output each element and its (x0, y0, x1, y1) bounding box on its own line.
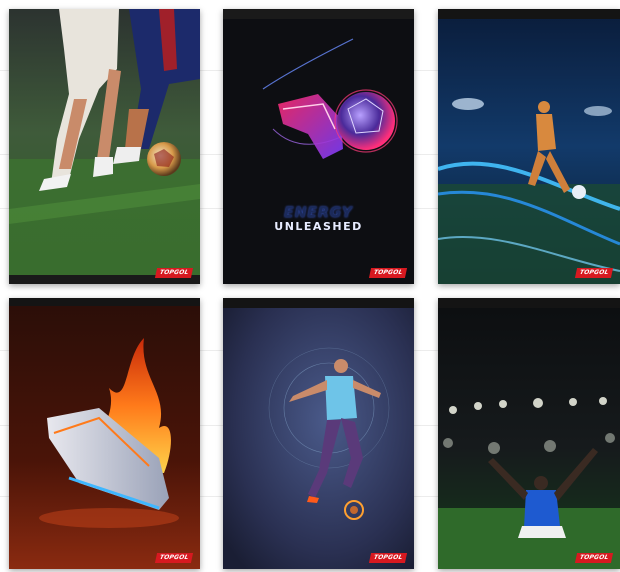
cover-1-brand-logo: TOPGOL (154, 268, 194, 278)
notebook-cover-6[interactable]: TOPGOL (438, 298, 620, 569)
cover-6-brand-logo: TOPGOL (574, 553, 614, 563)
cover-5-artwork (223, 298, 414, 569)
cover-3-brand-logo: TOPGOL (574, 268, 614, 278)
cover-1-artwork (9, 9, 200, 284)
cover-3-artwork (438, 9, 620, 284)
notebook-cover-1[interactable]: TOPGOL (9, 9, 200, 284)
notebook-cover-2[interactable]: ENERGY UNLEASHED TOPGOL (223, 9, 414, 284)
cover-6-artwork (438, 298, 620, 569)
cover-2-brand-logo: TOPGOL (368, 268, 408, 278)
cover-4-artwork (9, 298, 200, 569)
notebook-cover-4[interactable]: TOPGOL (9, 298, 200, 569)
notebook-cover-5[interactable]: TOPGOL (223, 298, 414, 569)
cover-2-headline-line1: ENERGY (284, 205, 353, 221)
cover-2-headline-line2: UNLEASHED (274, 220, 363, 233)
cover-4-brand-logo: TOPGOL (154, 553, 194, 563)
cover-5-brand-logo: TOPGOL (368, 553, 408, 563)
cover-2-top-strip (223, 9, 414, 19)
notebook-cover-3[interactable]: TOPGOL (438, 9, 620, 284)
cover-2-artwork (223, 9, 414, 284)
